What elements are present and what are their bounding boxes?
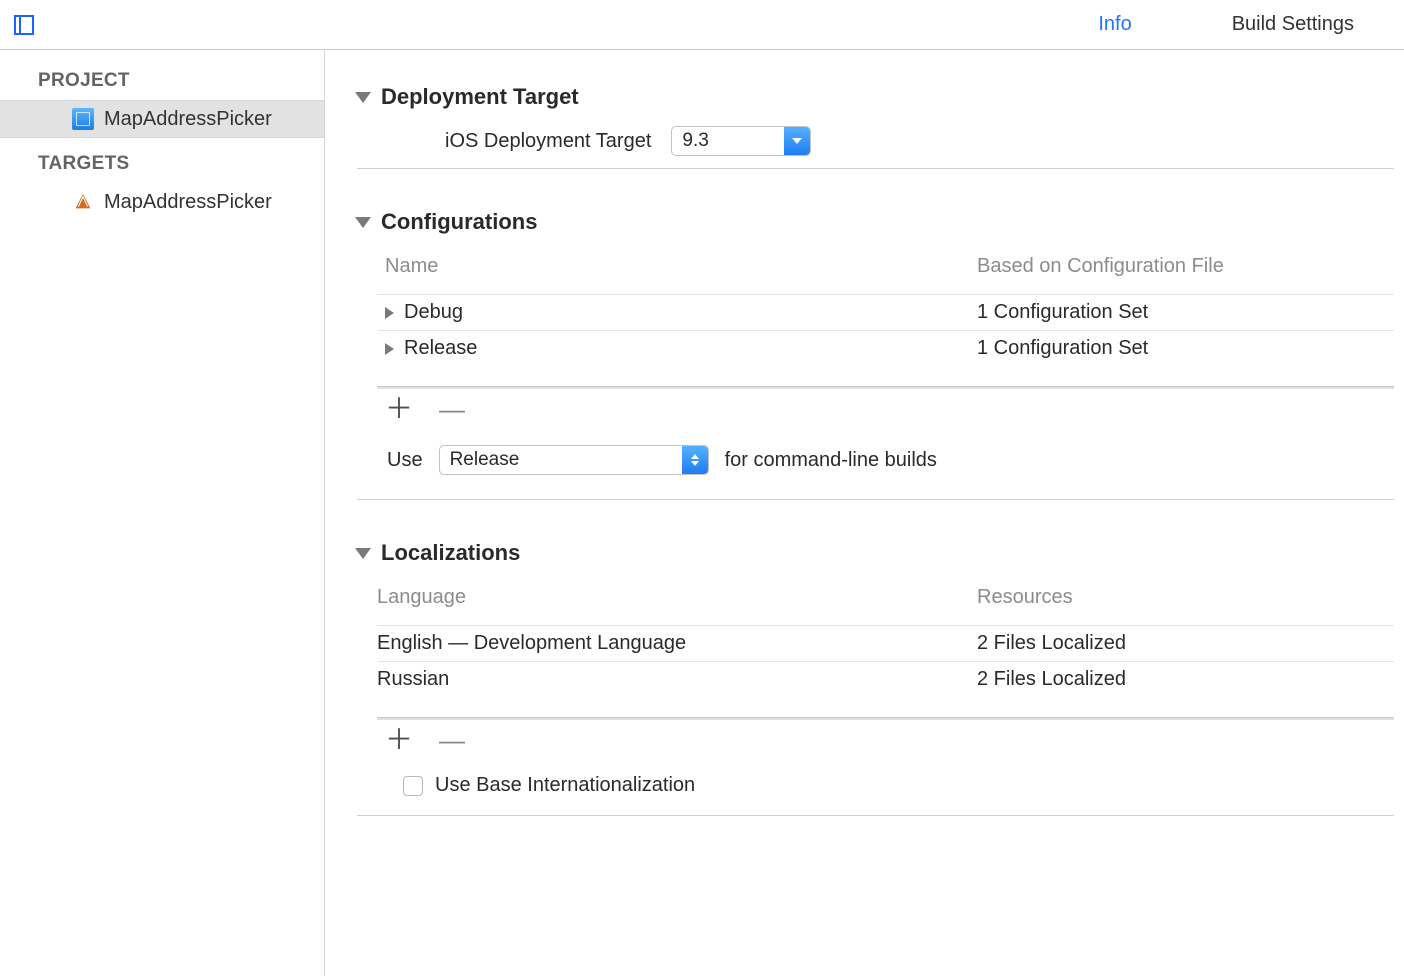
configuration-name: Release	[404, 337, 477, 360]
use-label: Use	[387, 449, 423, 472]
localizations-table: Language Resources English — Development…	[377, 582, 1394, 697]
localization-row[interactable]: English — Development Language 2 Files L…	[377, 625, 1394, 661]
section-configurations: Configurations Name Based on Configurati…	[355, 205, 1394, 500]
disclosure-right-icon	[385, 343, 394, 355]
section-title: Configurations	[381, 209, 537, 235]
sidebar-target-item[interactable]: MapAddressPicker	[0, 183, 324, 221]
command-line-build-config-value: Release	[440, 449, 682, 471]
add-button[interactable]: ＋	[385, 726, 413, 754]
editor-top-bar: Info Build Settings	[0, 0, 1404, 50]
sidebar-target-label: MapAddressPicker	[104, 191, 272, 214]
remove-button[interactable]: —	[439, 396, 464, 422]
section-title: Localizations	[381, 540, 520, 566]
sidebar-project-header: PROJECT	[0, 65, 324, 100]
project-editor-tabs: Info Build Settings	[34, 0, 1404, 49]
xcode-project-icon	[72, 108, 94, 130]
disclosure-down-icon	[355, 92, 371, 103]
deployment-target-label: iOS Deployment Target	[445, 130, 651, 153]
localization-resources: 2 Files Localized	[977, 668, 1394, 691]
use-suffix-label: for command-line builds	[725, 449, 937, 472]
section-title: Deployment Target	[381, 84, 579, 110]
configuration-row[interactable]: Debug 1 Configuration Set	[377, 294, 1394, 330]
section-header-deployment[interactable]: Deployment Target	[355, 80, 1394, 126]
use-base-internationalization-checkbox[interactable]	[403, 776, 423, 796]
command-line-build-config-combo[interactable]: Release	[439, 445, 709, 475]
column-header-based-on: Based on Configuration File	[977, 255, 1394, 278]
section-deployment-target: Deployment Target iOS Deployment Target …	[355, 80, 1394, 169]
combo-step-button[interactable]	[682, 446, 708, 474]
sidebar-targets-header: TARGETS	[0, 148, 324, 183]
configurations-add-remove: ＋ —	[355, 389, 1394, 423]
project-target-sidebar: PROJECT MapAddressPicker TARGETS MapAddr…	[0, 50, 325, 976]
chevron-down-icon	[691, 461, 699, 466]
localization-row[interactable]: Russian 2 Files Localized	[377, 661, 1394, 697]
column-header-language: Language	[377, 586, 977, 609]
column-header-resources: Resources	[977, 586, 1394, 609]
column-header-name: Name	[377, 255, 977, 278]
configuration-based-on: 1 Configuration Set	[977, 301, 1394, 324]
app-target-icon	[72, 191, 94, 213]
configurations-table: Name Based on Configuration File Debug 1…	[377, 251, 1394, 366]
section-header-configurations[interactable]: Configurations	[355, 205, 1394, 251]
disclosure-right-icon	[385, 307, 394, 319]
configuration-row[interactable]: Release 1 Configuration Set	[377, 330, 1394, 366]
localization-language: English — Development Language	[377, 632, 686, 655]
use-base-internationalization-label: Use Base Internationalization	[435, 774, 695, 797]
sidebar-project-item[interactable]: MapAddressPicker	[0, 100, 324, 138]
chevron-down-icon	[792, 138, 802, 144]
configuration-based-on: 1 Configuration Set	[977, 337, 1394, 360]
section-header-localizations[interactable]: Localizations	[355, 536, 1394, 582]
chevron-up-icon	[691, 454, 699, 459]
combo-step-button[interactable]	[784, 127, 810, 155]
sidebar-project-label: MapAddressPicker	[104, 108, 272, 131]
tab-build-settings[interactable]: Build Settings	[1182, 0, 1404, 49]
localization-language: Russian	[377, 668, 449, 691]
configuration-name: Debug	[404, 301, 463, 324]
add-button[interactable]: ＋	[385, 395, 413, 423]
section-localizations: Localizations Language Resources English…	[355, 536, 1394, 816]
disclosure-down-icon	[355, 548, 371, 559]
sidebar-toggle-icon[interactable]	[14, 15, 34, 35]
tab-info[interactable]: Info	[1048, 0, 1181, 49]
deployment-target-combo[interactable]: 9.3	[671, 126, 811, 156]
localizations-add-remove: ＋ —	[355, 720, 1394, 754]
disclosure-down-icon	[355, 217, 371, 228]
project-info-panel: Deployment Target iOS Deployment Target …	[325, 50, 1404, 976]
localization-resources: 2 Files Localized	[977, 632, 1394, 655]
deployment-target-value: 9.3	[672, 130, 784, 152]
remove-button[interactable]: —	[439, 727, 464, 753]
